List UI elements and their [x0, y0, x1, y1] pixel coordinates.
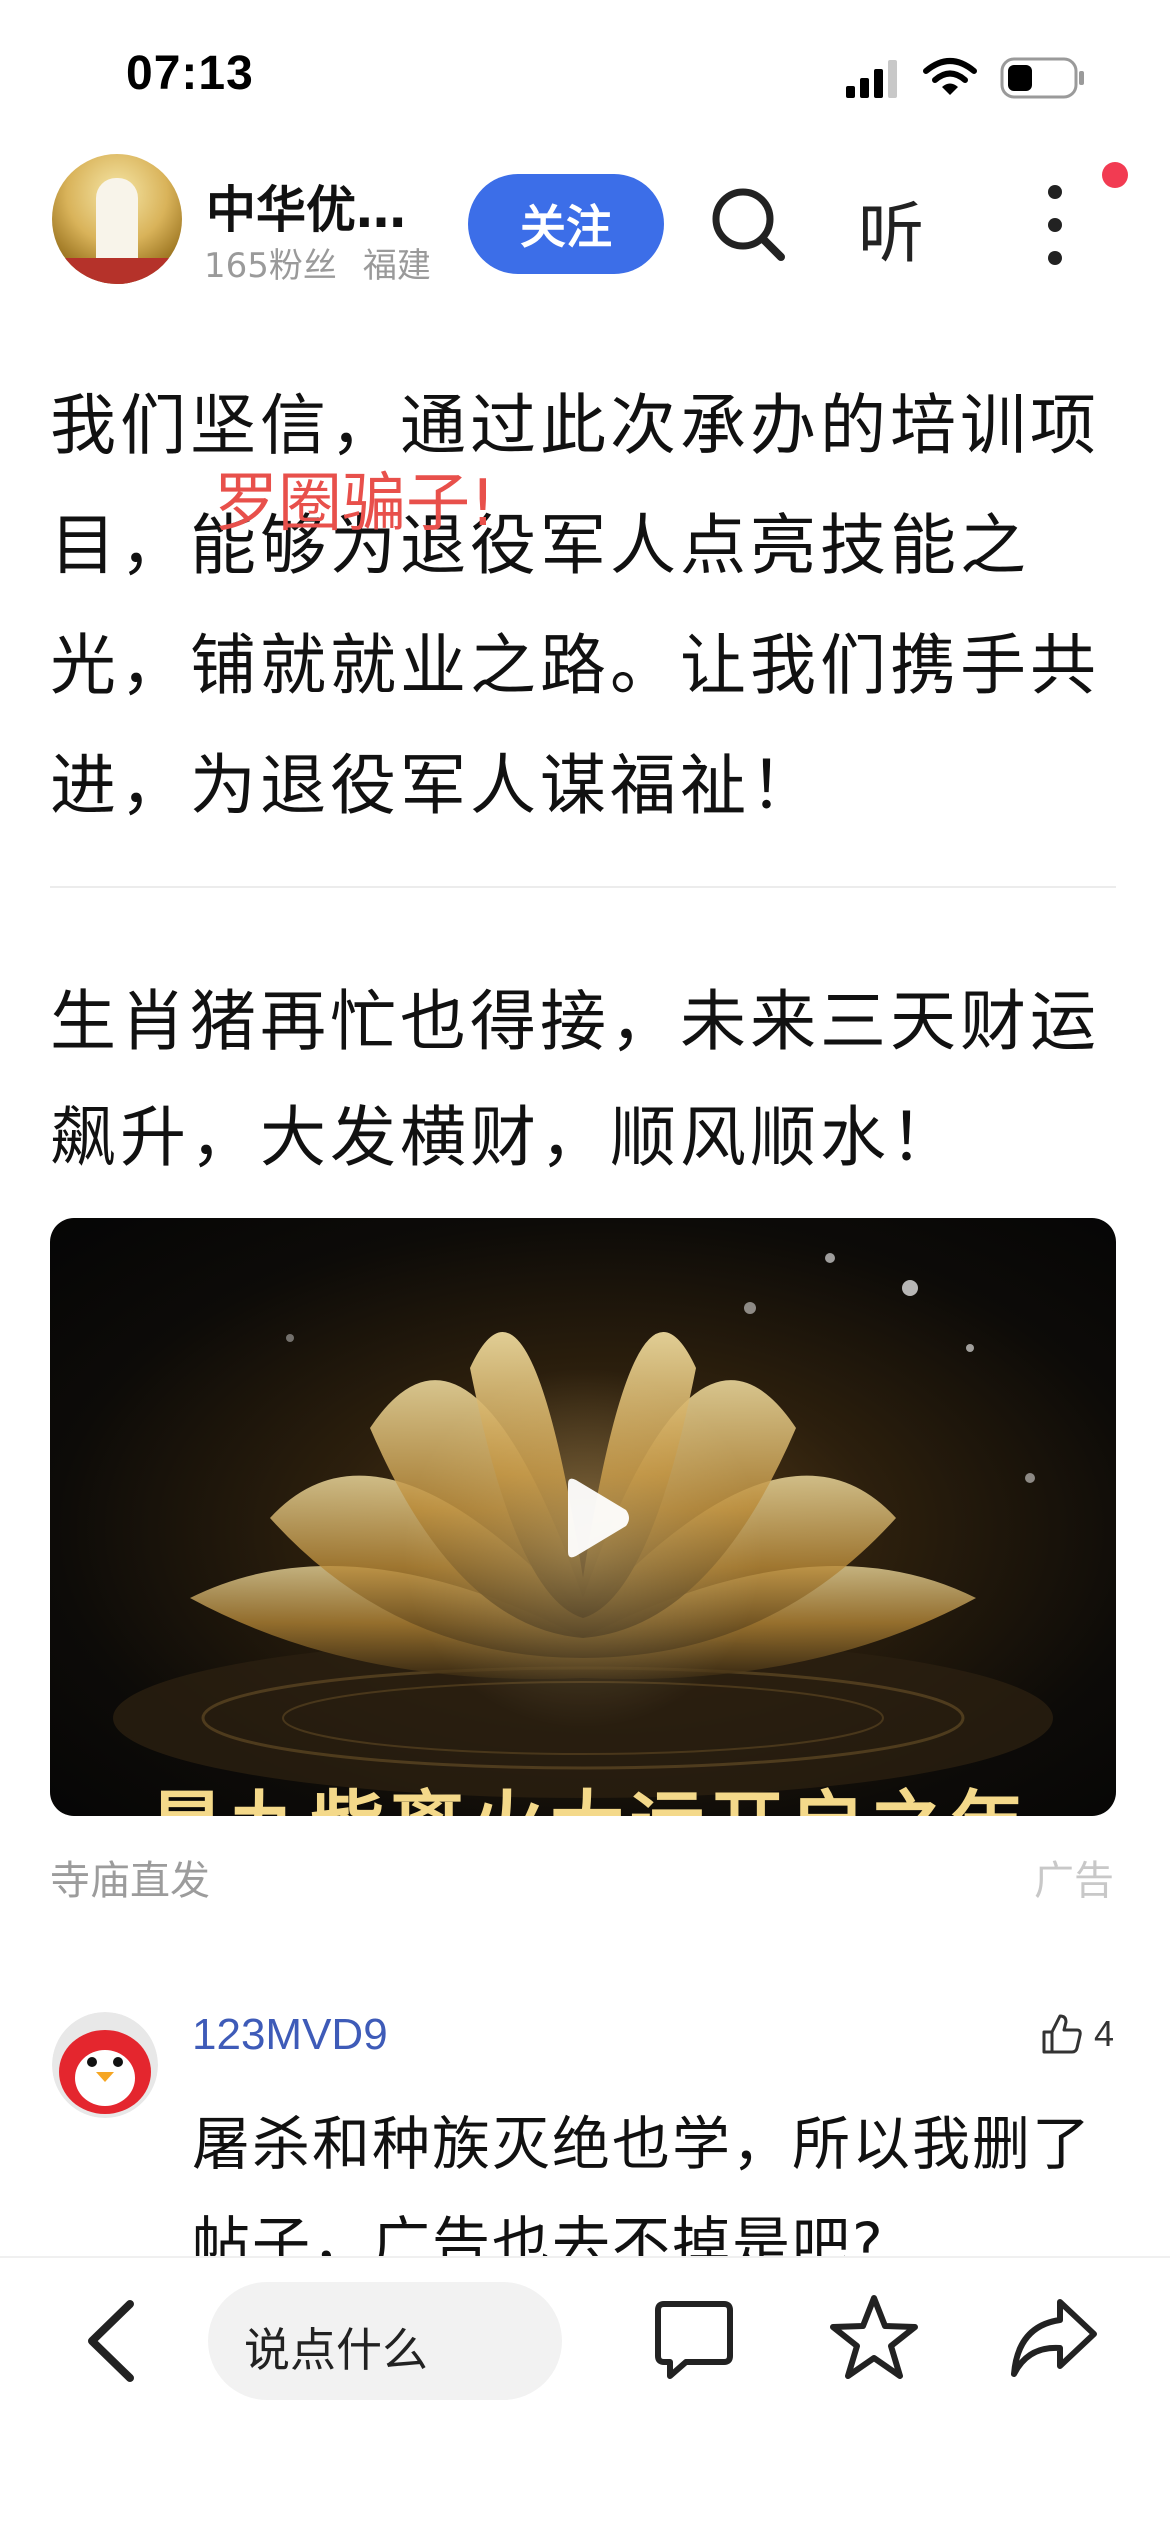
handwritten-annotation: 罗圈骗子!: [214, 467, 496, 541]
battery-icon: [1000, 57, 1084, 99]
comment-icon[interactable]: [652, 2298, 736, 2382]
like-button[interactable]: 4: [1040, 2012, 1114, 2056]
notification-dot: [1102, 162, 1128, 188]
account-name[interactable]: 中华优…: [206, 170, 406, 242]
search-icon[interactable]: [708, 184, 788, 264]
ad-title[interactable]: 生肖猪再忙也得接，未来三天财运飙升，大发横财，顺风顺水！: [50, 964, 1130, 1196]
account-meta: 165粉丝 福建: [204, 238, 431, 287]
commenter-username[interactable]: 123MVD9: [192, 2010, 388, 2060]
divider: [50, 886, 1116, 888]
share-icon[interactable]: [1008, 2294, 1100, 2382]
ad-video-thumbnail[interactable]: 是九紫离火大运开启之年: [50, 1218, 1116, 1816]
star-icon[interactable]: [828, 2292, 920, 2384]
ad-source[interactable]: 寺庙直发: [50, 1848, 210, 1906]
avatar-base: [52, 258, 182, 284]
cellular-signal-icon: [846, 60, 897, 98]
article-paragraph: 我们坚信，通过此次承办的培训项目，能够为退役军人点亮技能之光，铺就就业之路。让我…: [50, 387, 1100, 824]
more-vertical-icon[interactable]: [1040, 180, 1070, 270]
video-caption: 是九紫离火大运开启之年: [150, 1766, 1030, 1816]
wifi-icon: [923, 58, 977, 95]
avatar-statue: [96, 178, 138, 264]
thumbs-up-icon: [1042, 2014, 1082, 2054]
follow-button[interactable]: 关注: [468, 174, 664, 274]
penguin-avatar-icon: [52, 2012, 158, 2118]
comment-input-placeholder[interactable]: 说点什么: [244, 2314, 428, 2380]
back-chevron-icon[interactable]: [78, 2296, 148, 2386]
listen-button[interactable]: 听: [858, 180, 924, 276]
status-icons: [844, 56, 1086, 100]
status-time: 07:13: [126, 47, 254, 100]
play-icon[interactable]: [542, 1470, 638, 1566]
account-avatar[interactable]: [52, 154, 182, 284]
account-location: 福建: [362, 246, 431, 286]
ad-badge: 广告: [1034, 1858, 1114, 1904]
commenter-avatar[interactable]: [52, 2012, 158, 2118]
bottom-action-bar: [0, 2256, 1170, 2532]
follower-count: 165粉丝: [204, 246, 337, 286]
like-count: 4: [1093, 2013, 1114, 2054]
comment-text: 屠杀和种族灭绝也学，所以我删了帖子，广告也去不掉是吧?: [192, 2110, 1093, 2260]
